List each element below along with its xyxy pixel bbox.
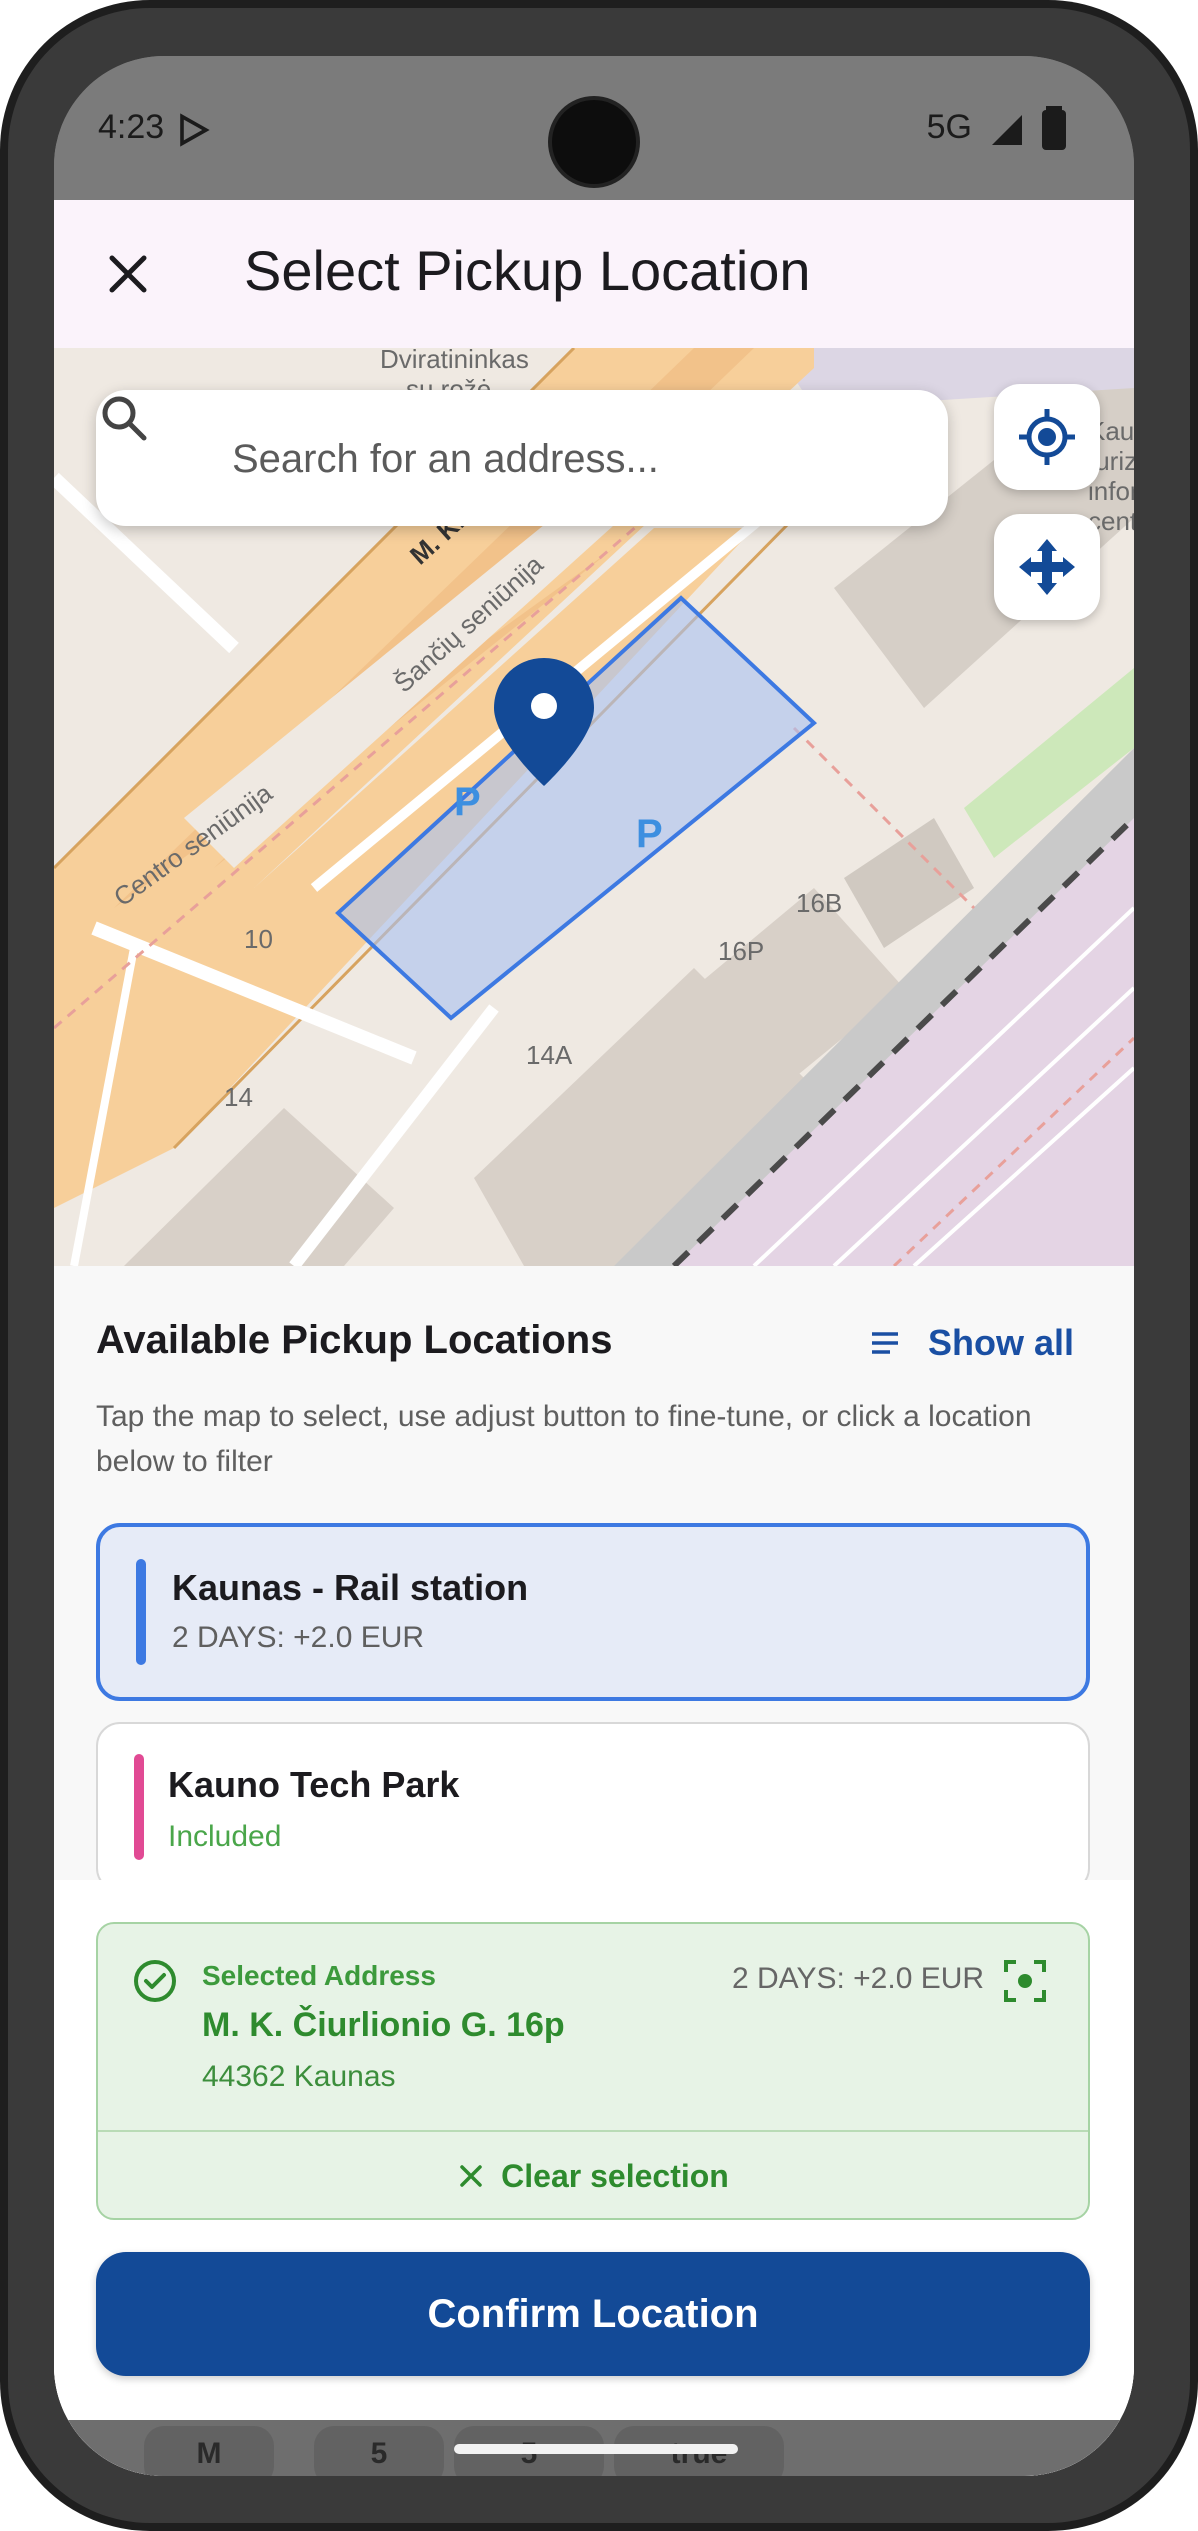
signal-icon bbox=[992, 115, 1022, 145]
my-location-button[interactable] bbox=[994, 384, 1100, 490]
selected-address-label: Selected Address bbox=[202, 1960, 436, 1991]
map-label-top: Dviratininkas bbox=[380, 348, 529, 374]
play-store-icon bbox=[180, 113, 210, 147]
location-price: Included bbox=[168, 1820, 282, 1853]
confirm-location-button[interactable]: Confirm Location bbox=[96, 2252, 1090, 2376]
battery-icon bbox=[1042, 106, 1066, 150]
location-color-bar bbox=[134, 1754, 144, 1860]
location-card-rail-station[interactable]: Kaunas - Rail station 2 DAYS: +2.0 EUR bbox=[96, 1523, 1090, 1701]
parking-label: P bbox=[454, 780, 481, 824]
parking-label: P bbox=[636, 812, 663, 856]
show-all-button[interactable]: Show all bbox=[868, 1320, 1074, 1366]
close-icon bbox=[460, 2165, 482, 2187]
selected-address-card: Selected Address M. K. Čiurlionio G. 16p… bbox=[96, 1922, 1090, 2220]
clear-selection-button[interactable]: Clear selection bbox=[98, 2132, 1088, 2220]
search-input[interactable] bbox=[230, 420, 914, 498]
map-label-house-14: 14 bbox=[224, 1082, 253, 1112]
location-card-tech-park[interactable]: Kauno Tech Park Included bbox=[96, 1722, 1090, 1892]
adjust-pin-button[interactable] bbox=[994, 514, 1100, 620]
selected-street: M. K. Čiurlionio G. 16p bbox=[202, 2006, 565, 2044]
info-label-3: inform bbox=[1088, 476, 1134, 506]
show-all-label: Show all bbox=[927, 1322, 1074, 1363]
location-name: Kaunas - Rail station bbox=[172, 1567, 529, 1608]
top-app-bar: Select Pickup Location bbox=[54, 200, 1134, 348]
status-bar: 4:23 5G bbox=[54, 56, 1134, 200]
pickup-location-screen: Select Pickup Location Dviratininkas su … bbox=[54, 200, 1134, 2476]
check-circle-icon bbox=[134, 1960, 176, 2002]
section-title: Available Pickup Locations bbox=[96, 1318, 613, 1362]
underlay-chip: 5 bbox=[314, 2426, 444, 2476]
location-price: 2 DAYS: +2.0 EUR bbox=[172, 1621, 425, 1654]
clear-selection-label: Clear selection bbox=[501, 2157, 729, 2194]
close-icon[interactable] bbox=[90, 236, 166, 312]
page-title: Select Pickup Location bbox=[244, 239, 811, 302]
map-label-house-14a: 14A bbox=[526, 1040, 573, 1070]
instruction-text: Tap the map to select, use adjust button… bbox=[96, 1400, 1032, 1478]
underlay-chip: M bbox=[144, 2426, 274, 2476]
selection-panel: Selected Address M. K. Čiurlionio G. 16p… bbox=[54, 1880, 1134, 2476]
home-indicator[interactable] bbox=[454, 2444, 738, 2454]
location-color-bar bbox=[136, 1559, 146, 1665]
my-location-icon bbox=[1019, 409, 1075, 465]
screen: 4:23 5G Select Pickup Location Dviratini… bbox=[54, 56, 1134, 2476]
search-icon bbox=[102, 396, 147, 441]
map-label-house-16p: 16P bbox=[718, 936, 765, 966]
selected-city: 44362 Kaunas bbox=[202, 2060, 396, 2093]
location-name: Kauno Tech Park bbox=[168, 1764, 460, 1805]
center-focus-icon[interactable] bbox=[1002, 1958, 1048, 2004]
network-label: 5G bbox=[926, 108, 972, 146]
map-view[interactable]: Dviratininkas su rožė M. K. Čiurlionio Š… bbox=[54, 348, 1134, 1266]
map-label-house-16b: 16B bbox=[796, 888, 843, 918]
status-time: 4:23 bbox=[98, 108, 165, 146]
selected-price: 2 DAYS: +2.0 EUR bbox=[732, 1962, 985, 1995]
front-camera bbox=[552, 100, 636, 184]
search-bar[interactable] bbox=[96, 390, 948, 526]
list-icon bbox=[871, 1332, 898, 1354]
map-label-house-10: 10 bbox=[244, 924, 273, 954]
move-icon bbox=[1019, 539, 1075, 595]
